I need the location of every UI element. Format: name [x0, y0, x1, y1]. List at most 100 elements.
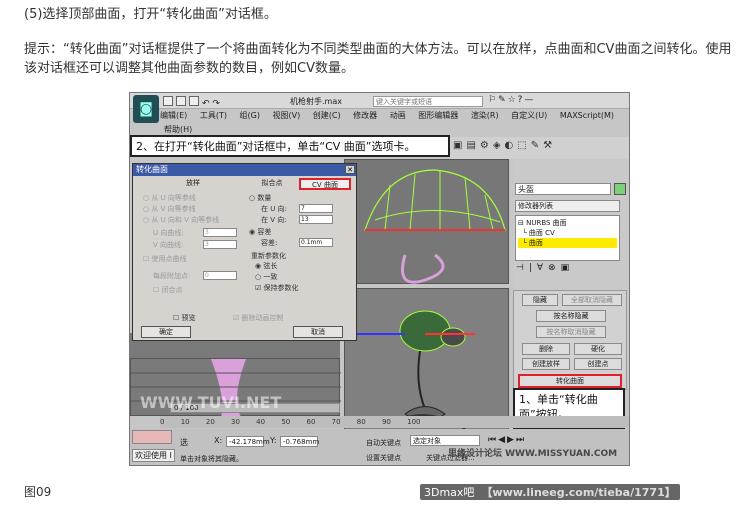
- menu-item[interactable]: MAXScript(M): [560, 111, 614, 120]
- set-key-button[interactable]: 设置关键点: [366, 453, 401, 463]
- track-bar-ruler[interactable]: 0 10 20 30 40 50 60 70 80 90 100: [160, 416, 629, 428]
- radio-tolerance[interactable]: ◉ 容差: [249, 228, 271, 237]
- footer-watermark: 3Dmax吧 【www.lineeg.com/tieba/1771】: [420, 484, 680, 500]
- new-file-icon[interactable]: [163, 96, 173, 106]
- radio-uniform[interactable]: ○ 一致: [255, 273, 277, 282]
- stack-tool-icons[interactable]: ⊣|∀⊗▣: [516, 263, 574, 273]
- modifier-stack[interactable]: ⊟ NURBS 曲面 └ 曲面 CV └ 曲面: [515, 215, 620, 261]
- radio-from-uv[interactable]: ○ 从 U 向和 V 向等参线: [143, 216, 219, 225]
- search-input[interactable]: 键入关键字或短语: [373, 96, 483, 107]
- menu-item[interactable]: 图形编辑器: [418, 111, 458, 120]
- ruler-tick: 90: [381, 418, 391, 426]
- radio-count[interactable]: ○ 数量: [249, 194, 271, 203]
- ruler-tick: 30: [231, 418, 240, 426]
- cancel-button[interactable]: 取消: [293, 326, 343, 338]
- menu-item[interactable]: 编辑(E): [160, 111, 187, 120]
- use-point-curves-checkbox[interactable]: ☐ 使用点曲线: [143, 255, 187, 264]
- save-icon[interactable]: [189, 96, 199, 106]
- stack-item[interactable]: └ 曲面 CV: [518, 228, 617, 238]
- figure-label: 图09: [24, 485, 52, 499]
- v-curves-spinner[interactable]: 3: [203, 240, 237, 249]
- keep-params-checkbox[interactable]: ☑ 保持参数化: [255, 284, 299, 293]
- watermark-missyuan: 思缘设计论坛 WWW.MISSYUAN.COM: [448, 449, 618, 459]
- in-u-spinner[interactable]: 7: [299, 204, 333, 213]
- close-icon[interactable]: ✕: [345, 165, 355, 174]
- modifier-list-dropdown[interactable]: 修改器列表: [515, 200, 620, 212]
- extra-points-label: 每段附加点:: [153, 272, 191, 280]
- playback-controls[interactable]: ⏮◀▶⏭: [488, 435, 526, 445]
- x-label: X:: [214, 436, 223, 445]
- remove-animation-checkbox[interactable]: ☑ 删除动画控制: [233, 314, 284, 323]
- selected-object-dropdown[interactable]: 选定对象: [410, 435, 480, 446]
- dialog-title: 转化曲面: [133, 164, 356, 176]
- tolerance-spinner[interactable]: 0.1mm: [299, 238, 333, 247]
- callout-cv-tab: 2、在打开“转化曲面”对话框中，单击“CV 曲面”选项卡。: [130, 135, 450, 157]
- tip-paragraph: 提示：“转化曲面”对话框提供了一个将曲面转化为不同类型曲面的大体方法。可以在放样…: [24, 42, 732, 76]
- open-file-icon[interactable]: [176, 96, 186, 106]
- object-color-swatch[interactable]: [614, 183, 626, 195]
- object-name-field[interactable]: 头盔: [515, 183, 611, 195]
- auto-key-button[interactable]: 自动关键点: [366, 438, 401, 448]
- menu-item[interactable]: 创建(C): [313, 111, 341, 120]
- extra-points-spinner[interactable]: 0: [203, 271, 237, 280]
- info-center-icons[interactable]: ⚐✎☆?—: [488, 95, 535, 105]
- menu-item[interactable]: 组(G): [240, 111, 260, 120]
- stack-item-selected[interactable]: └ 曲面: [518, 238, 617, 248]
- quick-access-toolbar[interactable]: ↶ ↷: [163, 96, 220, 109]
- ok-button[interactable]: 确定: [141, 326, 191, 338]
- menu-item[interactable]: 自定义(U): [511, 111, 547, 120]
- u-curves-spinner[interactable]: 3: [203, 228, 237, 237]
- menu-item[interactable]: 动画: [390, 111, 406, 120]
- menu-item[interactable]: 修改器: [353, 111, 377, 120]
- menu-item-help[interactable]: 帮助(H): [164, 124, 192, 135]
- maxscript-listener[interactable]: [132, 430, 172, 444]
- tab-fit-points[interactable]: 拟合点: [247, 178, 297, 190]
- unhide-all-button[interactable]: 全部取消隐藏: [562, 294, 622, 306]
- radio-from-v[interactable]: ○ 从 V 向等参线: [143, 205, 196, 214]
- hide-by-name-button[interactable]: 按名称隐藏: [536, 310, 606, 322]
- create-loft-button[interactable]: 创建放样: [522, 358, 570, 370]
- reparam-group-label: 重新参数化: [251, 252, 286, 260]
- in-v-label: 在 V 向:: [261, 216, 287, 224]
- main-toolbar[interactable]: ▣▤⚙◈◐⬚✎⚒: [450, 137, 629, 159]
- stack-item[interactable]: ⊟ NURBS 曲面: [518, 218, 617, 228]
- capped-checkbox[interactable]: ☐ 闭合点: [153, 286, 183, 295]
- max-screenshot: ◙ ↶ ↷ 机枪射手.max 键入关键字或短语 ⚐✎☆?— 编辑(E) 工具(T…: [129, 92, 630, 466]
- in-v-spinner[interactable]: 13: [299, 215, 333, 224]
- convert-surface-dialog: 转化曲面 ✕ 放样 拟合点 CV 曲面 ○ 从 U 向等参线 ○ 从 V 向等参…: [132, 163, 357, 341]
- welcome-label: 欢迎使用 I: [132, 449, 175, 462]
- ruler-tick: 0: [160, 418, 165, 426]
- y-coordinate-field[interactable]: -0.768mm: [280, 436, 319, 447]
- undo-icon[interactable]: ↶: [202, 99, 210, 109]
- convert-surface-button[interactable]: 转化曲面: [518, 374, 622, 388]
- ruler-tick: 20: [205, 418, 215, 426]
- ruler-tick: 50: [281, 418, 291, 426]
- ruler-tick: 70: [331, 418, 341, 426]
- app-logo-icon[interactable]: ◙: [133, 95, 159, 123]
- menu-item[interactable]: 工具(T): [200, 111, 227, 120]
- step-instruction: (5)选择顶部曲面，打开“转化曲面”对话框。: [24, 7, 277, 22]
- menu-item[interactable]: 视图(V): [273, 111, 301, 120]
- v-curves-label: V 向曲线:: [153, 241, 184, 249]
- unhide-by-name-button[interactable]: 按名称取消隐藏: [536, 326, 606, 338]
- radio-chord-length[interactable]: ◉ 弦长: [255, 262, 277, 271]
- hide-button[interactable]: 隐藏: [522, 294, 558, 306]
- tab-loft[interactable]: 放样: [139, 178, 247, 190]
- watermark-tuvi: WWW.TUVI.NET: [140, 393, 282, 412]
- document-title: 机枪射手.max: [290, 97, 342, 106]
- x-coordinate-field[interactable]: -42.178mm: [226, 436, 270, 447]
- menu-bar[interactable]: 编辑(E) 工具(T) 组(G) 视图(V) 创建(C) 修改器 动画 图形编辑…: [160, 110, 624, 124]
- viewport-top[interactable]: [344, 159, 509, 284]
- in-u-label: 在 U 向:: [261, 205, 287, 213]
- tab-cv-surface[interactable]: CV 曲面: [299, 178, 351, 190]
- create-point-button[interactable]: 创建点: [574, 358, 622, 370]
- preview-checkbox[interactable]: ☐ 预览: [173, 314, 196, 323]
- y-label: Y:: [270, 436, 277, 445]
- make-rigid-button[interactable]: 硬化: [574, 343, 622, 355]
- surface-common-rollout: 隐藏 全部取消隐藏 按名称隐藏 按名称取消隐藏 删除 硬化 创建放样 创建点 转…: [513, 290, 627, 390]
- redo-icon[interactable]: ↷: [212, 99, 220, 109]
- radio-from-u[interactable]: ○ 从 U 向等参线: [143, 194, 196, 203]
- delete-button[interactable]: 删除: [522, 343, 570, 355]
- menu-item[interactable]: 渲染(R): [471, 111, 499, 120]
- selection-label: 选: [180, 438, 188, 447]
